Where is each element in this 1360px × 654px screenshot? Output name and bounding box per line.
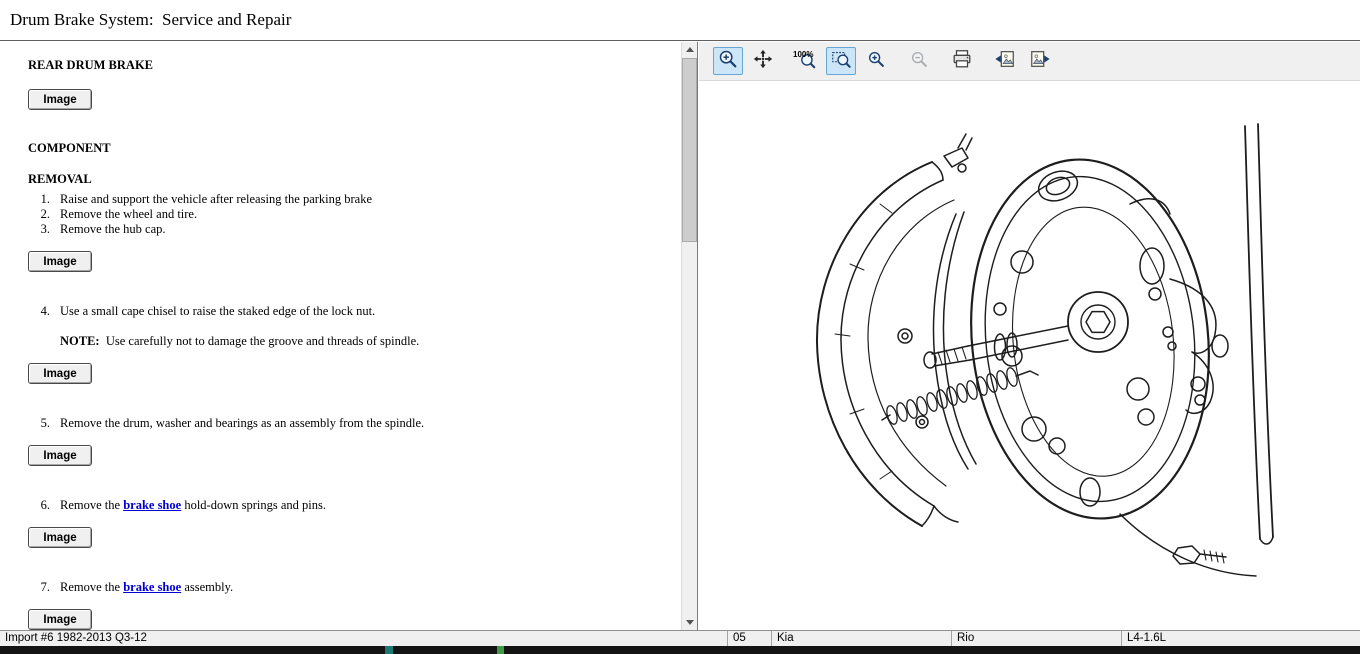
step-number: 3. (36, 222, 50, 237)
status-model: Rio (951, 631, 1121, 646)
image-button-4[interactable]: Image (28, 445, 92, 466)
taskbar-strip (0, 646, 1360, 654)
image-viewer-panel: 100% (699, 42, 1360, 630)
step-number: 1. (36, 192, 50, 207)
note-text: Use carefully not to damage the groove a… (100, 334, 420, 348)
step-text: Remove the brake shoe assembly. (60, 580, 233, 595)
scrollbar-thumb[interactable] (682, 58, 697, 242)
status-import-info: Import #6 1982-2013 Q3-12 (0, 631, 727, 646)
image-button-5[interactable]: Image (28, 527, 92, 548)
status-code: 05 (727, 631, 771, 646)
note-label: NOTE: (60, 334, 100, 348)
status-bar: Import #6 1982-2013 Q3-12 05 Kia Rio L4-… (0, 630, 1360, 646)
document-content: REAR DRUM BRAKE Image COMPONENT REMOVAL … (0, 42, 681, 630)
image-button-6[interactable]: Image (28, 609, 92, 630)
pan-button[interactable] (748, 47, 778, 75)
zoom-100-button[interactable]: 100% (791, 47, 821, 75)
step-4: 4. Use a small cape chisel to raise the … (28, 304, 667, 319)
step-text: Raise and support the vehicle after rele… (60, 192, 372, 207)
step-text: Remove the wheel and tire. (60, 207, 197, 222)
step-5: 5. Remove the drum, washer and bearings … (28, 416, 667, 431)
zoom-region-icon (830, 48, 852, 75)
note: NOTE: Use carefully not to damage the gr… (60, 334, 667, 349)
zoom-100-icon (795, 48, 817, 75)
taskbar-segment (385, 646, 393, 654)
image-button-3[interactable]: Image (28, 363, 92, 384)
status-make: Kia (771, 631, 951, 646)
heading-rear-drum-brake: REAR DRUM BRAKE (28, 58, 667, 73)
pan-icon (752, 48, 774, 75)
brake-shoe-link[interactable]: brake shoe (123, 498, 181, 512)
step-number: 5. (36, 416, 50, 431)
step-text: Remove the brake shoe hold-down springs … (60, 498, 326, 513)
image-button-1[interactable]: Image (28, 89, 92, 110)
step-number: 4. (36, 304, 50, 319)
vertical-scrollbar[interactable] (681, 42, 697, 630)
next-image-button[interactable] (1025, 47, 1055, 75)
step-number: 6. (36, 498, 50, 513)
brake-diagram (700, 84, 1360, 629)
step-text: Use a small cape chisel to raise the sta… (60, 304, 375, 319)
zoom-out-icon (908, 48, 930, 75)
brake-shoe-link[interactable]: brake shoe (123, 580, 181, 594)
zoom-in-button[interactable] (713, 47, 743, 75)
heading-removal: REMOVAL (28, 172, 667, 187)
zoom-in-small-button[interactable] (861, 47, 891, 75)
zoom-region-button[interactable] (826, 47, 856, 75)
heading-component: COMPONENT (28, 141, 667, 156)
step-7: 7. Remove the brake shoe assembly. (28, 580, 667, 595)
removal-steps: 1. Raise and support the vehicle after r… (28, 192, 667, 237)
prev-image-button[interactable] (990, 47, 1020, 75)
status-engine: L4-1.6L (1121, 631, 1360, 646)
arrow-up-icon (686, 47, 694, 52)
title-bar: Drum Brake System: Service and Repair (0, 0, 1360, 41)
page-title: Drum Brake System: Service and Repair (10, 10, 291, 30)
print-button[interactable] (947, 47, 977, 75)
step-6: 6. Remove the brake shoe hold-down sprin… (28, 498, 667, 513)
image-button-2[interactable]: Image (28, 251, 92, 272)
app-window: Drum Brake System: Service and Repair RE… (0, 0, 1360, 654)
print-icon (951, 48, 973, 75)
viewer-canvas[interactable] (699, 82, 1360, 630)
scroll-down-button[interactable] (682, 615, 697, 630)
step-2: 2. Remove the wheel and tire. (28, 207, 667, 222)
taskbar-segment (497, 646, 504, 654)
zoom-in-small-icon (865, 48, 887, 75)
scroll-up-button[interactable] (682, 42, 697, 57)
zoom-out-button[interactable] (904, 47, 934, 75)
viewer-toolbar: 100% (699, 42, 1360, 81)
step-number: 2. (36, 207, 50, 222)
document-panel: REAR DRUM BRAKE Image COMPONENT REMOVAL … (0, 42, 698, 630)
prev-image-icon (994, 48, 1016, 75)
step-number: 7. (36, 580, 50, 595)
next-image-icon (1029, 48, 1051, 75)
step-text: Remove the hub cap. (60, 222, 166, 237)
step-text: Remove the drum, washer and bearings as … (60, 416, 424, 431)
step-3: 3. Remove the hub cap. (28, 222, 667, 237)
arrow-down-icon (686, 620, 694, 625)
step-1: 1. Raise and support the vehicle after r… (28, 192, 667, 207)
zoom-in-icon (717, 48, 739, 75)
